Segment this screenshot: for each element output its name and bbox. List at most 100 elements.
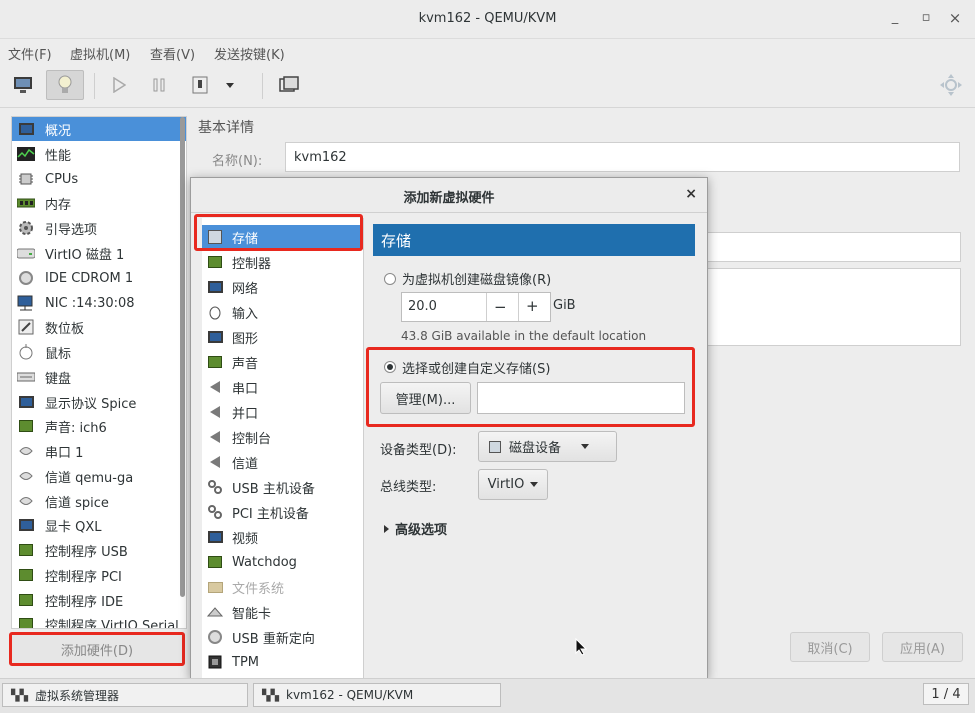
menu-vm[interactable]: 虚拟机(M) [70,44,130,63]
resize-handle[interactable] [934,70,968,100]
hw-item-label: USB 主机设备 [232,481,315,497]
hw-item-parallel[interactable]: 并口 [202,400,363,424]
sidebar-item-keyboard[interactable]: 键盘 [12,365,186,389]
sidebar-item-controller-virtio-serial[interactable]: 控制程序 VirtIO Serial [12,612,186,628]
sidebar-item-channel-spice[interactable]: 信道 spice [12,489,186,513]
decrement-button[interactable]: − [494,298,507,316]
network-icon [207,279,223,295]
channel-icon [16,467,36,485]
sidebar-item-channel-qemu-ga[interactable]: 信道 qemu-ga [12,464,186,488]
sidebar-item-display-spice[interactable]: 显示协议 Spice [12,390,186,414]
hardware-type-list: 存储 控制器 网络 输入 图形 声音 串口 并口 控制台 信道 USB 主机设备… [202,218,364,678]
hw-item-network[interactable]: 网络 [202,275,363,299]
hw-item-graphics[interactable]: 图形 [202,325,363,349]
pause-button[interactable] [142,70,176,100]
description-field[interactable] [706,268,961,346]
sidebar-item-memory[interactable]: 内存 [12,191,186,215]
size-unit: GiB [553,298,576,313]
tablet-icon [16,318,36,336]
sidebar-item-performance[interactable]: 性能 [12,142,186,166]
apply-button[interactable]: 应用(A) [882,632,963,662]
sidebar-item-label: VirtIO 磁盘 1 [45,247,125,263]
hw-item-channel[interactable]: 信道 [202,450,363,474]
move-icon [940,74,962,96]
hw-item-usb-redirect[interactable]: USB 重新定向 [202,625,363,649]
sidebar-item-label: 概况 [45,123,72,139]
bus-type-label: 总线类型: [380,480,437,495]
taskbar-item-virt-manager[interactable]: ▚▚ 虚拟系统管理器 [2,683,248,707]
available-space-text: 43.8 GiB available in the default locati… [401,329,647,343]
details-field[interactable] [706,232,961,262]
taskbar-item-label: kvm162 - QEMU/KVM [286,688,414,702]
sidebar-item-serial[interactable]: 串口 1 [12,439,186,463]
keyboard-icon [16,368,36,386]
serial-icon [207,379,223,395]
sidebar-item-video-qxl[interactable]: 显卡 QXL [12,513,186,537]
hw-item-label: 控制器 [232,256,272,272]
sidebar-item-label: 键盘 [45,371,72,387]
hw-item-filesystem[interactable]: 文件系统 [202,575,363,599]
cpu-icon [16,170,36,188]
toolbar [0,65,975,108]
hw-item-tpm[interactable]: TPM [202,650,363,674]
menu-send-key[interactable]: 发送按键(K) [214,44,285,63]
menu-file[interactable]: 文件(F) [8,44,52,63]
hw-item-smartcard[interactable]: 智能卡 [202,600,363,624]
console-view-button[interactable] [6,70,40,100]
hw-item-serial[interactable]: 串口 [202,375,363,399]
cancel-button[interactable]: 取消(C) [790,632,870,662]
shutdown-menu-button[interactable] [220,70,240,100]
sidebar-scrollbar[interactable] [180,117,185,597]
sidebar-item-sound[interactable]: 声音: ich6 [12,414,186,438]
window-title: kvm162 - QEMU/KVM [418,11,557,26]
sidebar-item-label: CPUs [45,171,79,187]
sidebar-item-nic[interactable]: NIC :14:30:08 [12,291,186,315]
sidebar-item-tablet[interactable]: 数位板 [12,315,186,339]
chevron-down-icon [581,444,590,449]
highlight-box [366,347,695,427]
create-image-radio[interactable] [384,273,396,285]
hw-item-sound[interactable]: 声音 [202,350,363,374]
sidebar-item-controller-usb[interactable]: 控制程序 USB [12,538,186,562]
run-button[interactable] [102,70,136,100]
hw-item-video[interactable]: 视频 [202,525,363,549]
hw-item-usb-host[interactable]: USB 主机设备 [202,475,363,499]
fullscreen-button[interactable] [272,70,306,100]
mouse-cursor-icon [575,638,587,656]
sidebar-item-label: 控制程序 USB [45,544,128,560]
details-view-button[interactable] [46,70,84,100]
sidebar-item-ide-cdrom[interactable]: IDE CDROM 1 [12,266,186,290]
hw-item-controller[interactable]: 控制器 [202,250,363,274]
sidebar-item-virtio-disk[interactable]: VirtIO 磁盘 1 [12,241,186,265]
sidebar-item-boot[interactable]: 引导选项 [12,216,186,240]
sidebar-item-label: NIC :14:30:08 [45,295,135,311]
section-title: 基本详情 [198,120,254,136]
menu-view[interactable]: 查看(V) [150,44,195,63]
chevron-down-icon [226,82,234,88]
advanced-options-expander[interactable]: 高级选项 [384,519,447,538]
increment-button[interactable]: + [526,297,539,315]
sidebar-item-controller-ide[interactable]: 控制程序 IDE [12,588,186,612]
workspace-pager[interactable]: 1 / 4 [923,683,969,705]
sidebar-item-overview[interactable]: 概况 [12,117,186,141]
sidebar-item-cpus[interactable]: CPUs [12,167,186,191]
taskbar-item-vm-console[interactable]: ▚▚ kvm162 - QEMU/KVM [253,683,501,707]
disk-size-value[interactable]: 20.0 [408,299,437,314]
name-field[interactable]: kvm162 [285,142,960,172]
close-button[interactable]: × [947,10,963,26]
bus-type-select[interactable]: VirtIO [478,469,548,500]
minimize-button[interactable]: _ [887,10,903,26]
hw-item-console[interactable]: 控制台 [202,425,363,449]
hw-item-watchdog[interactable]: Watchdog [202,550,363,574]
hw-item-pci-host[interactable]: PCI 主机设备 [202,500,363,524]
sidebar-item-mouse[interactable]: 鼠标 [12,340,186,364]
shutdown-button[interactable] [183,70,217,100]
maximize-button[interactable]: ▫ [918,10,934,26]
cdrom-icon [16,269,36,287]
hw-item-label: 图形 [232,331,259,347]
virt-manager-icon: ▚▚ [11,688,28,702]
sidebar-item-controller-pci[interactable]: 控制程序 PCI [12,563,186,587]
dialog-close-button[interactable]: × [685,186,697,202]
hw-item-input[interactable]: 输入 [202,300,363,324]
device-type-select[interactable]: 磁盘设备 [478,431,617,462]
